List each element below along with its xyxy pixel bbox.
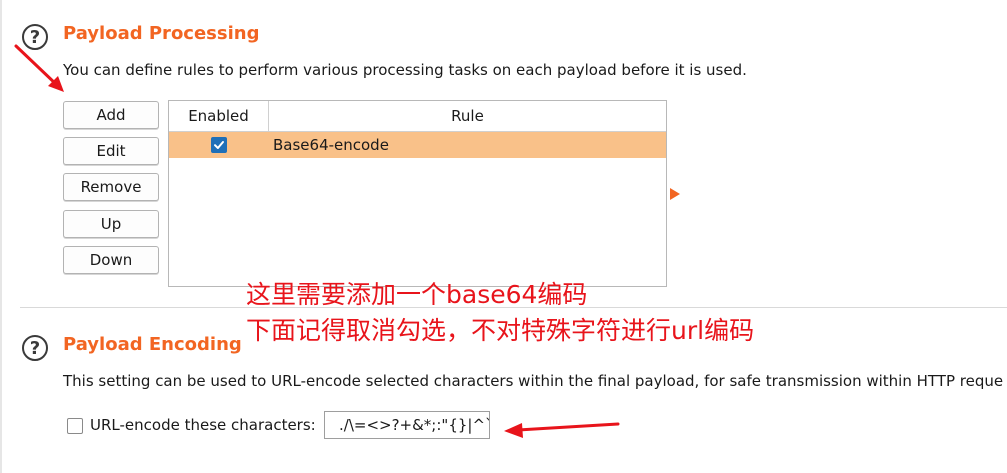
- annotation-line-1: 这里需要添加一个base64编码: [246, 280, 588, 309]
- column-header-rule[interactable]: Rule: [269, 101, 666, 132]
- table-row[interactable]: Base64-encode: [169, 132, 666, 158]
- help-circle-icon[interactable]: ?: [22, 335, 48, 361]
- annotation-line-2: 下面记得取消勾选，不对特殊字符进行url编码: [246, 316, 755, 345]
- section-divider: [20, 307, 1007, 308]
- payload-encoding-description: This setting can be used to URL-encode s…: [63, 372, 1004, 390]
- arrow-annotation-icon: [14, 44, 64, 92]
- down-button[interactable]: Down: [63, 246, 159, 274]
- triangle-right-icon[interactable]: [670, 188, 680, 200]
- up-button[interactable]: Up: [63, 210, 159, 238]
- column-header-enabled[interactable]: Enabled: [169, 101, 269, 132]
- payload-processing-title: Payload Processing: [63, 23, 260, 44]
- rule-enabled-checkbox[interactable]: [211, 137, 227, 153]
- payload-encoding-title: Payload Encoding: [63, 334, 242, 355]
- processing-rules-table: Enabled Rule Base64-encode: [168, 100, 667, 287]
- payload-processing-description: You can define rules to perform various …: [63, 61, 747, 79]
- url-encode-characters-field[interactable]: ./\=<>?+&*;:"{}|^`: [324, 411, 490, 439]
- edit-button[interactable]: Edit: [63, 137, 159, 165]
- arrow-annotation-icon: [504, 422, 620, 438]
- url-encode-checkbox[interactable]: [67, 418, 83, 434]
- url-encode-label[interactable]: URL-encode these characters:: [90, 416, 316, 434]
- checkmark-icon: [214, 141, 224, 149]
- rule-cell: Base64-encode: [273, 136, 389, 154]
- window-edge: [0, 0, 2, 473]
- add-button[interactable]: Add: [63, 101, 159, 129]
- remove-button[interactable]: Remove: [63, 173, 159, 201]
